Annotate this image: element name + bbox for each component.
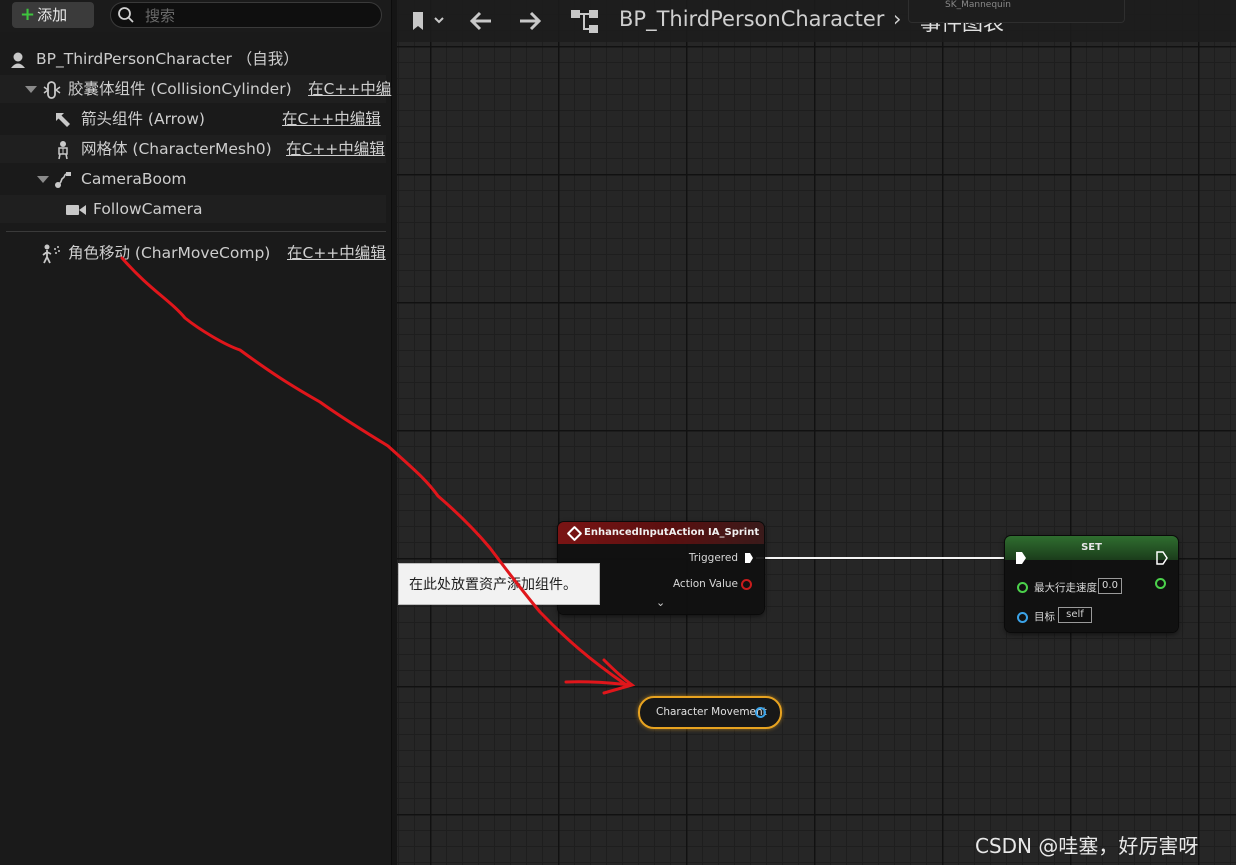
action-value-pin[interactable] xyxy=(741,579,752,590)
target-pin-label: 目标 xyxy=(1034,611,1055,623)
graph-overlay xyxy=(756,557,1016,559)
event-node-title: EnhancedInputAction IA_Sprint xyxy=(584,527,760,538)
set-max-walk-speed-node[interactable]: SET 最大行走速度 0.0 目标 self xyxy=(1005,536,1178,632)
action-value-pin-label: Action Value xyxy=(672,578,738,590)
max-walk-speed-label: 最大行走速度 xyxy=(1034,582,1097,594)
exec-out-pin[interactable] xyxy=(744,552,754,567)
triggered-pin-label: Triggered xyxy=(688,552,738,564)
character-movement-out-pin[interactable] xyxy=(755,707,766,718)
max-walk-speed-pin[interactable] xyxy=(1017,582,1028,593)
event-node-header: EnhancedInputAction IA_Sprint xyxy=(558,522,764,544)
watermark: CSDN @哇塞，好厉害呀 xyxy=(975,834,1199,858)
set-node-title: SET xyxy=(1081,542,1102,553)
event-icon xyxy=(566,525,583,542)
drop-asset-tooltip: 在此处放置资产添加组件。 xyxy=(398,563,600,605)
character-movement-label: Character Movement xyxy=(656,706,767,718)
set-node-header: SET xyxy=(1005,536,1178,560)
max-walk-speed-field[interactable]: 0.0 xyxy=(1098,578,1122,594)
exec-in-pin[interactable] xyxy=(1015,551,1027,568)
character-movement-node[interactable]: Character Movement xyxy=(638,696,782,729)
target-field[interactable]: self xyxy=(1058,607,1092,623)
exec-out-pin[interactable] xyxy=(1156,551,1168,568)
chevron-down-icon[interactable]: ⌄ xyxy=(656,596,665,609)
max-walk-speed-out-pin[interactable] xyxy=(1155,578,1166,589)
target-pin[interactable] xyxy=(1017,612,1028,623)
